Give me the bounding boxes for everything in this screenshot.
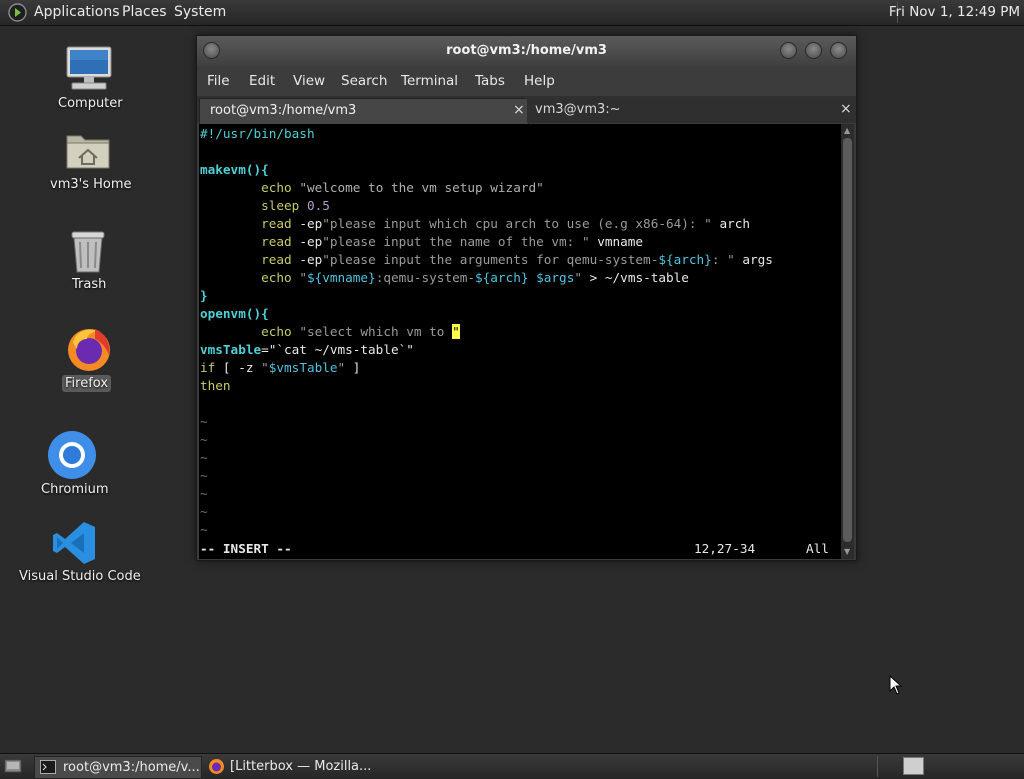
close-icon[interactable]: × [513, 102, 525, 118]
scrollbar-thumb[interactable] [843, 138, 852, 542]
desktop-icon-label: Chromium [41, 482, 109, 497]
tab-label: root@vm3:/home/vm3 [210, 103, 357, 118]
desktop-icon-firefox[interactable]: Firefox [40, 325, 136, 395]
workspace-switcher[interactable] [903, 757, 924, 775]
empty-line-marker: ~ [200, 486, 208, 501]
taskbar-item-label: [Litterbox — Mozilla... [230, 759, 372, 774]
window-titlebar[interactable]: root@vm3:/home/vm3 [197, 36, 856, 66]
empty-line-marker: ~ [200, 450, 208, 465]
desktop-icon-label: Firefox [62, 375, 112, 392]
clock[interactable]: Fri Nov 1, 12:49 PM [889, 4, 1020, 20]
code-line: read -ep"please input the name of the vm… [261, 234, 644, 249]
desktop-icon-chromium[interactable]: Chromium [25, 430, 121, 500]
show-desktop-icon[interactable] [4, 758, 22, 774]
empty-line-marker: ~ [200, 432, 208, 447]
menu-view[interactable]: View [293, 73, 325, 89]
empty-line-marker: ~ [200, 522, 208, 537]
close-button[interactable] [830, 42, 847, 59]
tab-label: vm3@vm3:~ [535, 102, 621, 117]
code-line: if [ -z "$vmsTable" ] [200, 360, 361, 375]
scroll-down-icon[interactable]: ▼ [844, 547, 850, 556]
desktop-icon-home[interactable]: vm3's Home [40, 128, 136, 198]
desktop-icon-label: Visual Studio Code [19, 569, 141, 584]
menu-applications[interactable]: Applications [34, 4, 120, 20]
code-line: read -ep"please input which cpu arch to … [261, 216, 751, 231]
vim-mode: -- INSERT -- [200, 541, 292, 556]
menu-file[interactable]: File [207, 73, 230, 89]
computer-icon [66, 46, 112, 90]
firefox-icon [68, 329, 110, 371]
menu-help[interactable]: Help [524, 73, 555, 89]
code-line: read -ep"please input the arguments for … [261, 252, 773, 267]
empty-line-marker: ~ [200, 468, 208, 483]
home-folder-icon [66, 135, 110, 169]
menu-bar: File Edit View Search Terminal Tabs Help [197, 66, 856, 96]
window-title: root@vm3:/home/vm3 [446, 43, 607, 58]
close-icon[interactable]: × [840, 101, 852, 117]
tab-vm3[interactable]: vm3@vm3:~ × [527, 98, 854, 123]
chromium-icon [48, 431, 96, 479]
code-line: echo "select which vm to " [261, 324, 460, 339]
panel-separator [877, 756, 878, 777]
terminal-icon [40, 760, 56, 774]
desktop-icon-label: Trash [72, 277, 107, 292]
menu-tabs[interactable]: Tabs [475, 73, 505, 89]
code-line: openvm(){ [200, 306, 269, 321]
desktop-icon-vscode[interactable]: Visual Studio Code [14, 520, 141, 588]
taskbar-item-firefox[interactable]: [Litterbox — Mozilla... [204, 756, 372, 777]
terminal-window[interactable]: root@vm3:/home/vm3 File Edit View Search… [196, 35, 857, 561]
desktop-icon-computer[interactable]: Computer [40, 45, 136, 117]
code-line: echo "${vmname}:qemu-system-${arch} $arg… [261, 270, 689, 285]
code-line: then [200, 378, 231, 393]
bottom-panel: root@vm3:/home/v... [Litterbox — Mozilla… [0, 753, 1024, 779]
text-cursor: " [452, 324, 460, 339]
scroll-position: All [806, 541, 829, 556]
desktop-icon-label: Computer [58, 96, 123, 111]
menu-terminal[interactable]: Terminal [401, 73, 458, 89]
terminal-output[interactable]: #!/usr/bin/bash makevm(){ echo "welcome … [199, 124, 841, 559]
empty-line-marker: ~ [200, 414, 208, 429]
trash-icon [71, 231, 105, 273]
mouse-pointer-icon [889, 675, 903, 695]
terminal-scrollbar[interactable]: ▲ ▼ [841, 124, 854, 559]
code-line: makevm(){ [200, 162, 269, 177]
code-line: #!/usr/bin/bash [200, 126, 315, 141]
desktop-icon-label: vm3's Home [50, 177, 132, 192]
scroll-up-icon[interactable]: ▲ [844, 126, 850, 135]
code-line: } [200, 288, 208, 303]
firefox-icon [209, 759, 224, 774]
tab-root[interactable]: root@vm3:/home/vm3 × [199, 98, 529, 124]
minimize-button[interactable] [780, 42, 797, 59]
menu-edit[interactable]: Edit [249, 73, 275, 89]
desktop-icon-trash[interactable]: Trash [40, 228, 136, 296]
menu-system[interactable]: System [174, 4, 226, 20]
code-line: echo "welcome to the vm setup wizard" [261, 180, 544, 195]
taskbar-item-label: root@vm3:/home/v... [63, 760, 200, 775]
cursor-position: 12,27-34 [694, 541, 756, 556]
menu-search[interactable]: Search [341, 73, 387, 89]
code-line: sleep 0.5 [261, 198, 330, 213]
tab-bar: root@vm3:/home/vm3 × vm3@vm3:~ × [197, 96, 856, 124]
top-panel: Applications Places System Fri Nov 1, 12… [0, 0, 1024, 26]
empty-line-marker: ~ [200, 504, 208, 519]
vim-statusline: -- INSERT -- 12,27-34 All [200, 540, 840, 558]
vscode-icon [53, 522, 95, 564]
maximize-button[interactable] [805, 42, 822, 59]
menu-places[interactable]: Places [122, 4, 167, 20]
taskbar-item-terminal[interactable]: root@vm3:/home/v... [34, 756, 202, 779]
code-line: vmsTable="`cat ~/vms-table`" [200, 342, 414, 357]
distro-logo-icon[interactable] [8, 3, 27, 22]
